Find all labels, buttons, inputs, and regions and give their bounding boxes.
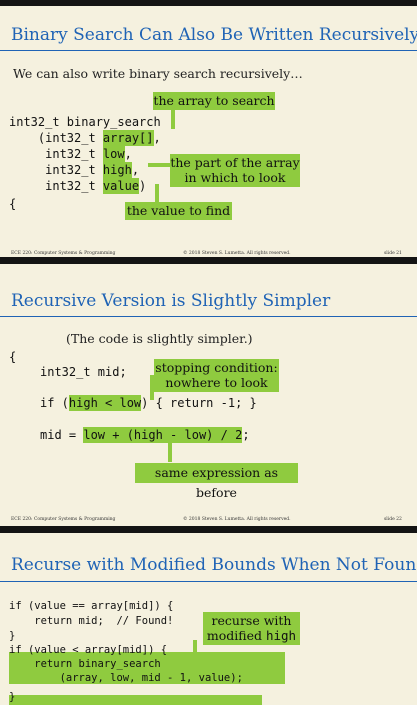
code-line: (array, low, mid - 1, value); [9,672,243,684]
highlight-high: high [102,162,132,178]
code-line: if (value == array[mid]) { [9,600,174,612]
code-line: mid = low + (high - low) / 2; [40,427,250,443]
code-line: int32_t mid; [40,365,127,379]
code-line: if (value < array[mid]) { [9,644,168,656]
callout-connector [155,184,159,204]
code-line: if (high < low) { return -1; } [40,395,257,411]
slide-1: Binary Search Can Also Be Written Recurs… [0,0,417,264]
slide-2: Recursive Version is Slightly Simpler (T… [0,264,417,526]
highlight-low: low [102,146,125,162]
slide-title: Binary Search Can Also Be Written Recurs… [11,25,417,45]
code-line: (int32_t array[], [9,130,161,146]
callout-array: the array to search [153,92,275,110]
slide-top-bar [0,0,417,6]
callout-connector [171,108,175,129]
highlight-next-call [9,695,262,705]
callout-connector [148,163,172,167]
code-line: { [9,350,17,364]
highlight-stop-condition: high < low [68,395,142,411]
intro-text: (The code is slightly simpler.) [66,331,253,346]
slide-3: Recurse with Modified Bounds When Not Fo… [0,526,417,705]
intro-text: We can also write binary search recursiv… [13,66,303,81]
code-line: { [9,197,17,211]
code-line: int32_t binary_search [9,115,161,129]
code-line: int32_t low, [9,146,132,162]
code-line: int32_t value) [9,178,147,194]
slide-title: Recurse with Modified Bounds When Not Fo… [11,555,417,575]
code-line: return binary_search [9,658,161,670]
callout-recurse: recurse with modified high [203,612,300,645]
callout-value: the value to find [125,202,232,220]
code-line: } [9,691,16,703]
code-line: return mid; // Found! [9,615,174,627]
title-rule [0,316,417,317]
code-line: } [9,630,16,642]
callout-same-expression: same expression as before [135,463,298,500]
highlight-mid-expression: low + (high - low) / 2 [83,427,243,443]
slide-bottom-bar [0,257,417,264]
callout-connector [168,440,172,462]
callout-stopping-condition: stopping condition: nowhere to look [154,359,279,392]
callout-part: the part of the array in which to look [170,154,300,187]
highlight-value: value [102,178,140,194]
slide-title: Recursive Version is Slightly Simpler [11,291,331,311]
highlight-array: array[] [102,130,154,146]
code-line: int32_t high, [9,162,140,178]
callout-connector [193,640,197,654]
title-rule [0,581,417,582]
slide-top-bar [0,526,417,533]
title-rule [0,50,417,51]
